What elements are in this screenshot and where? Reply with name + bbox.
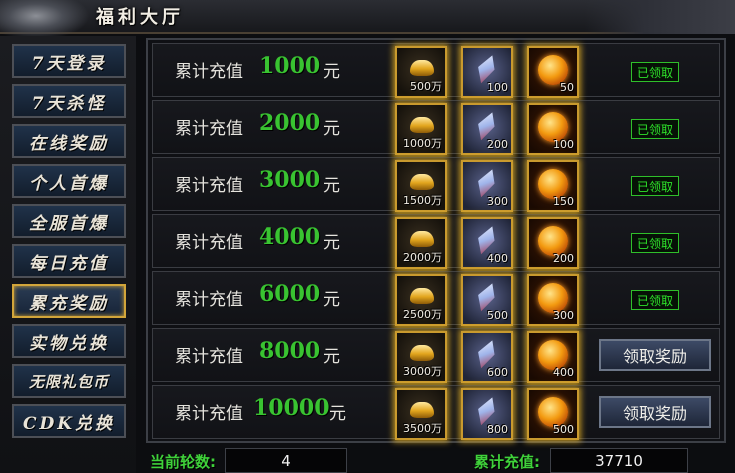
row-unit: 元 xyxy=(329,404,346,424)
reward-list-panel: 累计充值 1000 元 500万 100 50 已领取 累计充值 2000 元 … xyxy=(146,38,726,443)
sidebar-item-7day-login[interactable]: 7天登录 xyxy=(12,44,126,78)
row-label: 累计充值 xyxy=(175,347,243,367)
row-amount: 8000 xyxy=(259,338,321,364)
reward-row: 累计充值 8000 元 3000万 600 400 领取奖励 xyxy=(152,328,720,383)
crystal-item[interactable]: 400 xyxy=(461,217,513,269)
crystal-item[interactable]: 300 xyxy=(461,160,513,212)
row-unit: 元 xyxy=(323,233,340,253)
row-label: 累计充值 xyxy=(175,233,243,253)
gold-ingot-item[interactable]: 1500万 xyxy=(395,160,447,212)
crystal-item[interactable]: 500 xyxy=(461,274,513,326)
header-ornament xyxy=(585,0,735,34)
row-unit: 元 xyxy=(323,290,340,310)
fire-orb-item[interactable]: 150 xyxy=(527,160,579,212)
crystal-item[interactable]: 200 xyxy=(461,103,513,155)
reward-row: 累计充值 10000 元 3500万 800 500 领取奖励 xyxy=(152,385,720,440)
row-label: 累计充值 xyxy=(175,176,243,196)
claimed-badge: 已领取 xyxy=(631,290,679,310)
title-bar: 福利大厅 xyxy=(0,0,735,40)
gold-ingot-item[interactable]: 500万 xyxy=(395,46,447,98)
gold-ingot-icon xyxy=(410,174,434,190)
sidebar-item-server-first[interactable]: 全服首爆 xyxy=(12,204,126,238)
gold-ingot-item[interactable]: 1000万 xyxy=(395,103,447,155)
gold-ingot-icon xyxy=(410,60,434,76)
claimed-badge: 已领取 xyxy=(631,62,679,82)
reward-row: 累计充值 1000 元 500万 100 50 已领取 xyxy=(152,43,720,98)
row-unit: 元 xyxy=(323,347,340,367)
gold-ingot-icon xyxy=(410,288,434,304)
claimed-badge: 已领取 xyxy=(631,119,679,139)
dragon-emblem-icon xyxy=(0,0,90,40)
gold-ingot-icon xyxy=(410,117,434,133)
row-unit: 元 xyxy=(323,119,340,139)
gold-ingot-icon xyxy=(410,231,434,247)
fire-orb-item[interactable]: 400 xyxy=(527,331,579,383)
row-amount: 3000 xyxy=(259,167,321,193)
row-unit: 元 xyxy=(323,62,340,82)
gold-ingot-item[interactable]: 2500万 xyxy=(395,274,447,326)
gold-ingot-icon xyxy=(410,402,434,418)
sidebar-item-7day-kill[interactable]: 7天杀怪 xyxy=(12,84,126,118)
sidebar-item-online-reward[interactable]: 在线奖励 xyxy=(12,124,126,158)
claimed-badge: 已领取 xyxy=(631,233,679,253)
fire-orb-item[interactable]: 50 xyxy=(527,46,579,98)
round-value: 4 xyxy=(225,448,347,473)
reward-row: 累计充值 3000 元 1500万 300 150 已领取 xyxy=(152,157,720,212)
sidebar-item-personal-first[interactable]: 个人首爆 xyxy=(12,164,126,198)
fire-orb-item[interactable]: 200 xyxy=(527,217,579,269)
claimed-badge: 已领取 xyxy=(631,176,679,196)
gold-ingot-item[interactable]: 2000万 xyxy=(395,217,447,269)
sidebar-item-physical-exchange[interactable]: 实物兑换 xyxy=(12,324,126,358)
row-label: 累计充值 xyxy=(175,119,243,139)
fire-orb-item[interactable]: 100 xyxy=(527,103,579,155)
total-recharge-label: 累计充值: xyxy=(474,453,540,471)
sidebar-item-cumulative-recharge[interactable]: 累充奖励 xyxy=(12,284,126,318)
fire-orb-item[interactable]: 500 xyxy=(527,388,579,440)
row-label: 累计充值 xyxy=(175,404,243,424)
reward-row: 累计充值 2000 元 1000万 200 100 已领取 xyxy=(152,100,720,155)
sidebar-item-cdk-exchange[interactable]: CDK兑换 xyxy=(12,404,126,438)
row-unit: 元 xyxy=(323,176,340,196)
sidebar-item-unlimited-gift-coin[interactable]: 无限礼包币 xyxy=(12,364,126,398)
fire-orb-item[interactable]: 300 xyxy=(527,274,579,326)
page-title: 福利大厅 xyxy=(96,7,184,28)
total-recharge-value: 37710 xyxy=(550,448,688,473)
gold-ingot-item[interactable]: 3500万 xyxy=(395,388,447,440)
claim-reward-button[interactable]: 领取奖励 xyxy=(599,339,711,371)
row-amount: 1000 xyxy=(259,53,321,79)
crystal-item[interactable]: 100 xyxy=(461,46,513,98)
sidebar-item-daily-recharge[interactable]: 每日充值 xyxy=(12,244,126,278)
row-amount: 10000 xyxy=(253,395,330,421)
row-label: 累计充值 xyxy=(175,62,243,82)
row-amount: 2000 xyxy=(259,110,321,136)
gold-ingot-item[interactable]: 3000万 xyxy=(395,331,447,383)
row-amount: 4000 xyxy=(259,224,321,250)
row-amount: 6000 xyxy=(259,281,321,307)
gold-ingot-icon xyxy=(410,345,434,361)
sidebar: 7天登录 7天杀怪 在线奖励 个人首爆 全服首爆 每日充值 累充奖励 实物兑换 … xyxy=(0,36,136,473)
reward-row: 累计充值 6000 元 2500万 500 300 已领取 xyxy=(152,271,720,326)
row-label: 累计充值 xyxy=(175,290,243,310)
round-label: 当前轮数: xyxy=(150,453,216,471)
crystal-item[interactable]: 600 xyxy=(461,331,513,383)
claim-reward-button[interactable]: 领取奖励 xyxy=(599,396,711,428)
crystal-item[interactable]: 800 xyxy=(461,388,513,440)
reward-row: 累计充值 4000 元 2000万 400 200 已领取 xyxy=(152,214,720,269)
